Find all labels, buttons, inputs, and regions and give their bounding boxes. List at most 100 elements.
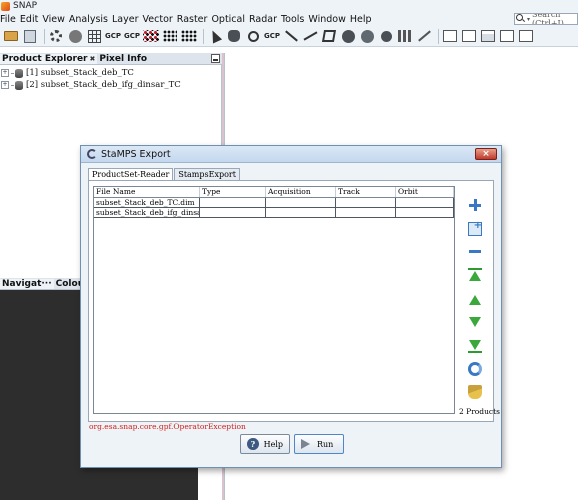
column-orbit[interactable]: Orbit xyxy=(396,187,454,197)
menu-file[interactable]: File xyxy=(0,14,18,25)
clear-icon[interactable] xyxy=(468,385,482,399)
cell-file-name: subset_Stack_deb_TC.dim xyxy=(94,198,200,207)
pin-placing-icon[interactable]: GCP xyxy=(264,28,280,44)
product-label: [1] subset_Stack_deb_TC xyxy=(26,68,134,78)
menubar: File Edit View Analysis Layer Vector Ras… xyxy=(0,12,578,26)
dialog-title: StaMPS Export xyxy=(101,148,171,160)
tab-navigation[interactable]: Navigat··· xyxy=(0,278,54,289)
select-tool-icon[interactable] xyxy=(207,28,223,44)
tab-stamps-export[interactable]: StampsExport xyxy=(174,168,240,180)
gcp-icon[interactable]: GCP xyxy=(124,28,140,44)
tree-item[interactable]: + [2] subset_Stack_deb_ifg_dinsar_TC xyxy=(1,79,181,91)
toolbar-divider xyxy=(438,28,439,44)
move-bottom-icon[interactable] xyxy=(468,339,482,353)
menu-layer[interactable]: Layer xyxy=(110,14,141,25)
menu-tools[interactable]: Tools xyxy=(279,14,306,25)
product-icon xyxy=(15,68,23,78)
help-button[interactable]: ? Help xyxy=(240,434,290,454)
zoom-tool-icon[interactable] xyxy=(245,28,261,44)
range-finder-icon[interactable] xyxy=(378,28,394,44)
add-icon[interactable] xyxy=(468,198,482,212)
cell-orbit xyxy=(396,208,454,217)
session-icon[interactable] xyxy=(22,28,38,44)
product-icon xyxy=(15,80,23,90)
menu-raster[interactable]: Raster xyxy=(175,14,210,25)
move-top-icon[interactable] xyxy=(468,268,482,282)
pixel-info-icon[interactable] xyxy=(67,28,83,44)
add-opened-icon[interactable] xyxy=(468,220,482,236)
tab-product-explorer[interactable]: Product Explorer ✖ xyxy=(0,53,98,64)
column-acquisition[interactable]: Acquisition xyxy=(266,187,336,197)
search-icon xyxy=(516,14,526,24)
search-input[interactable]: ▾ Search (Ctrl+I) xyxy=(514,13,578,25)
wand-icon[interactable] xyxy=(416,28,432,44)
run-button-label: Run xyxy=(317,439,334,449)
product-explorer-header: Product Explorer ✖ Pixel Info xyxy=(0,53,222,65)
column-track[interactable]: Track xyxy=(336,187,396,197)
expand-icon[interactable]: + xyxy=(1,81,9,89)
cell-track xyxy=(336,198,396,207)
layout-horizontal-icon[interactable] xyxy=(480,28,496,44)
cell-type xyxy=(200,198,266,207)
move-down-icon[interactable] xyxy=(468,316,482,330)
line-drawing-icon[interactable] xyxy=(283,28,299,44)
layout-single-icon[interactable] xyxy=(442,28,458,44)
cell-track xyxy=(336,208,396,217)
search-placeholder: Search (Ctrl+I) xyxy=(532,13,564,25)
menu-vector[interactable]: Vector xyxy=(141,14,175,25)
play-icon xyxy=(301,439,310,449)
polyline-drawing-icon[interactable] xyxy=(302,28,318,44)
table-row[interactable]: subset_Stack_deb_TC.dim xyxy=(94,198,454,208)
menu-help[interactable]: Help xyxy=(348,14,374,25)
polygon-drawing-icon[interactable] xyxy=(321,28,337,44)
menu-view[interactable]: View xyxy=(40,14,67,25)
menu-edit[interactable]: Edit xyxy=(18,14,40,25)
move-up-icon[interactable] xyxy=(468,292,482,306)
flow-icon[interactable] xyxy=(181,28,197,44)
tree-item[interactable]: + [1] subset_Stack_deb_TC xyxy=(1,67,134,79)
layout-tile-icon[interactable] xyxy=(461,28,477,44)
ellipse-drawing-icon[interactable] xyxy=(340,28,356,44)
cell-file-name: subset_Stack_deb_ifg_dinsar_T... xyxy=(94,208,200,217)
column-file-name[interactable]: File Name xyxy=(94,187,200,197)
menu-optical[interactable]: Optical xyxy=(209,14,247,25)
tab-pixel-info[interactable]: Pixel Info xyxy=(97,54,149,64)
expand-icon[interactable]: + xyxy=(1,69,9,77)
close-button[interactable]: × xyxy=(475,148,497,160)
toolbar-divider xyxy=(203,28,204,44)
main-toolbar: GCP GCP GCP xyxy=(0,26,578,47)
column-type[interactable]: Type xyxy=(200,187,266,197)
minimize-icon[interactable] xyxy=(211,54,220,63)
product-actions: 2 Products xyxy=(459,186,500,418)
run-button[interactable]: Run xyxy=(294,434,344,454)
snap-logo-icon xyxy=(1,1,10,11)
help-icon: ? xyxy=(247,438,259,450)
graph-builder-icon[interactable] xyxy=(143,28,159,44)
batch-graph-icon[interactable] xyxy=(162,28,178,44)
close-icon[interactable]: ✖ xyxy=(89,55,95,63)
gcp-manager-icon[interactable]: GCP xyxy=(105,28,121,44)
product-label: [2] subset_Stack_deb_ifg_dinsar_TC xyxy=(26,80,181,90)
productset-reader-panel: File Name Type Acquisition Track Orbit s… xyxy=(88,180,500,422)
pan-tool-icon[interactable] xyxy=(226,28,242,44)
layout-evenly-icon[interactable] xyxy=(518,28,534,44)
graticule-icon[interactable] xyxy=(86,28,102,44)
stamps-export-dialog: StaMPS Export × ProductSet-Reader Stamps… xyxy=(80,145,502,468)
menu-window[interactable]: Window xyxy=(306,14,347,25)
menu-radar[interactable]: Radar xyxy=(247,14,279,25)
layout-vertical-icon[interactable] xyxy=(499,28,515,44)
measure-icon[interactable] xyxy=(397,28,413,44)
open-product-icon[interactable] xyxy=(3,28,19,44)
tab-productset-reader[interactable]: ProductSet-Reader xyxy=(88,168,174,180)
help-button-label: Help xyxy=(263,439,283,449)
settings-icon[interactable] xyxy=(48,28,64,44)
product-table[interactable]: File Name Type Acquisition Track Orbit s… xyxy=(93,186,455,414)
refresh-icon[interactable] xyxy=(468,362,482,376)
dialog-app-icon xyxy=(87,149,97,159)
cell-acquisition xyxy=(266,198,336,207)
app-title: SNAP xyxy=(13,1,38,11)
remove-icon[interactable] xyxy=(468,244,482,258)
menu-analysis[interactable]: Analysis xyxy=(67,14,110,25)
magic-wand-icon[interactable] xyxy=(359,28,375,44)
table-row[interactable]: subset_Stack_deb_ifg_dinsar_T... xyxy=(94,208,454,218)
